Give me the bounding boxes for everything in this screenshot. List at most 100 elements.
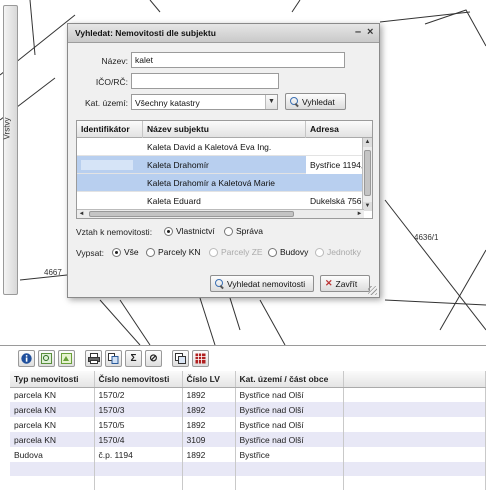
select-map-icon[interactable] xyxy=(58,350,75,367)
radio-parcels-kn[interactable]: Parcely KN xyxy=(146,247,201,257)
grid-vertical-scrollbar[interactable]: ▲ ▼ xyxy=(362,138,372,211)
table-cell: parcela KN xyxy=(10,402,95,417)
scroll-thumb[interactable] xyxy=(89,211,294,217)
table-cell xyxy=(343,432,486,447)
radio-unchecked-icon xyxy=(209,247,218,257)
clear-icon[interactable]: ⊘ xyxy=(145,350,162,367)
table-cell xyxy=(343,417,486,432)
table-cell: Bystřice nad Olší xyxy=(235,402,344,417)
address-cell xyxy=(306,174,364,192)
address-cell: Bystřice 1194, xyxy=(306,156,364,174)
table-row[interactable]: parcela KN 1570/3 1892 Bystřice nad Olší xyxy=(10,402,486,417)
radio-buildings[interactable]: Budovy xyxy=(268,247,308,257)
list-label: Vypsat: xyxy=(76,248,105,258)
column-header-property-number[interactable]: Číslo nemovitosti xyxy=(94,371,183,388)
radio-checked-icon xyxy=(112,247,121,257)
grid-row[interactable]: Kaleta David a Kaletová Eva Ing. xyxy=(77,138,363,156)
ico-input[interactable] xyxy=(131,73,279,89)
minimize-icon[interactable]: – xyxy=(355,26,361,38)
scroll-right-icon[interactable]: ► xyxy=(355,210,364,218)
table-cell: parcela KN xyxy=(10,432,95,447)
column-header-cadastral-area[interactable]: Kat. území / část obce xyxy=(235,371,344,388)
chevron-down-icon[interactable]: ▼ xyxy=(265,95,277,109)
grid-row-selected[interactable]: Kaleta Drahomír Bystřice 1194, xyxy=(77,156,364,174)
column-header-lv-number[interactable]: Číslo LV xyxy=(182,371,236,388)
table-cell: 1570/5 xyxy=(94,417,183,432)
table-icon[interactable] xyxy=(192,350,209,367)
export-icon[interactable] xyxy=(105,350,122,367)
radio-unchecked-icon xyxy=(224,226,233,236)
properties-table: Typ nemovitosti Číslo nemovitosti Číslo … xyxy=(10,371,486,490)
layers-panel-toggle[interactable]: Vrstvy xyxy=(2,5,18,295)
radio-label: Správa xyxy=(236,226,263,236)
scroll-down-icon[interactable]: ▼ xyxy=(363,202,372,211)
dialog-titlebar[interactable]: Vyhledat: Nemovitosti dle subjektu – × xyxy=(68,24,379,43)
subject-results-grid[interactable]: Identifikátor Název subjektu Adresa Kale… xyxy=(76,120,373,219)
table-row[interactable]: parcela KN 1570/4 3109 Bystřice nad Olší xyxy=(10,432,486,447)
scroll-up-icon[interactable]: ▲ xyxy=(363,138,372,147)
layers-tab-label: Vrstvy xyxy=(2,117,12,140)
info-icon[interactable] xyxy=(18,350,35,367)
address-cell: Dukelská 756, xyxy=(310,196,364,206)
relation-label: Vztah k nemovitosti: xyxy=(76,227,153,237)
close-dialog-button[interactable]: ✕ Zavřít xyxy=(320,275,370,292)
zoom-to-icon[interactable] xyxy=(38,350,55,367)
table-cell: 1892 xyxy=(182,447,236,462)
table-row[interactable]: parcela KN 1570/2 1892 Bystřice nad Olší xyxy=(10,387,486,402)
subject-name-cell: Kaleta David a Kaletová Eva Ing. xyxy=(147,142,272,152)
cadastral-area-select[interactable]: Všechny katastry ▼ xyxy=(131,94,278,110)
radio-all[interactable]: Vše xyxy=(112,247,139,257)
print-icon[interactable] xyxy=(85,350,102,367)
find-properties-button[interactable]: Vyhledat nemovitosti xyxy=(210,275,314,292)
table-cell xyxy=(343,387,486,402)
table-cell: parcela KN xyxy=(10,387,95,402)
close-icon[interactable]: × xyxy=(367,26,373,38)
table-cell: Bystřice nad Olší xyxy=(235,417,344,432)
ico-label: IČO/RČ: xyxy=(95,77,128,87)
identifier-cell xyxy=(77,192,143,210)
grid-row-selected[interactable]: Kaleta Drahomír a Kaletová Marie xyxy=(77,174,363,192)
radio-unchecked-icon xyxy=(146,247,155,257)
search-button[interactable]: Vyhledat xyxy=(285,93,346,110)
search-icon xyxy=(215,279,224,288)
name-input[interactable] xyxy=(131,52,345,68)
column-header-address[interactable]: Adresa xyxy=(306,121,372,138)
parcel-label: 4636/1 xyxy=(414,233,439,242)
find-properties-label: Vyhledat nemovitosti xyxy=(227,278,306,289)
table-cell: Bystřice nad Olší xyxy=(235,432,344,447)
radio-checked-icon xyxy=(164,226,173,236)
scroll-thumb[interactable] xyxy=(364,150,371,196)
radio-label: Vlastnictví xyxy=(176,226,215,236)
table-cell: 1570/4 xyxy=(94,432,183,447)
dialog-title: Vyhledat: Nemovitosti dle subjektu xyxy=(75,28,216,38)
radio-ownership[interactable]: Vlastnictví xyxy=(164,226,215,236)
identifier-cell xyxy=(77,138,143,156)
radio-parcels-ze: Parcely ZE xyxy=(209,247,263,257)
table-cell: Bystřice nad Olší xyxy=(235,387,344,402)
close-dialog-label: Zavřít xyxy=(335,278,358,289)
resize-handle[interactable] xyxy=(368,286,377,295)
subject-name-cell: Kaleta Drahomír xyxy=(147,160,209,170)
table-cell: parcela KN xyxy=(10,417,95,432)
table-row[interactable]: parcela KN 1570/5 1892 Bystřice nad Olší xyxy=(10,417,486,432)
results-panel: Σ ⊘ Typ nemovitosti Číslo nemovitosti Čí… xyxy=(0,345,486,501)
table-header-row: Typ nemovitosti Číslo nemovitosti Číslo … xyxy=(10,371,486,388)
scroll-left-icon[interactable]: ◄ xyxy=(77,210,86,218)
parcel-label: 4667 xyxy=(44,268,62,277)
radio-label: Parcely ZE xyxy=(221,247,263,257)
address-cell xyxy=(306,138,364,156)
table-row[interactable]: Budova č.p. 1194 1892 Bystřice xyxy=(10,447,486,462)
radio-units: Jednotky xyxy=(315,247,361,257)
grid-row[interactable]: Kaleta Eduard Dukelská 756, xyxy=(77,192,364,210)
column-header-property-type[interactable]: Typ nemovitosti xyxy=(10,371,95,388)
radio-label: Parcely KN xyxy=(158,247,201,257)
grid-horizontal-scrollbar[interactable]: ◄ ► xyxy=(77,209,364,218)
copy-icon[interactable] xyxy=(172,350,189,367)
column-header-filler xyxy=(343,371,486,388)
radio-administration[interactable]: Správa xyxy=(224,226,263,236)
sum-icon[interactable]: Σ xyxy=(125,350,142,367)
column-header-identifier[interactable]: Identifikátor xyxy=(77,121,143,138)
name-label: Název: xyxy=(101,56,128,66)
column-header-subject-name[interactable]: Název subjektu xyxy=(143,121,306,138)
table-row-empty xyxy=(10,476,486,490)
